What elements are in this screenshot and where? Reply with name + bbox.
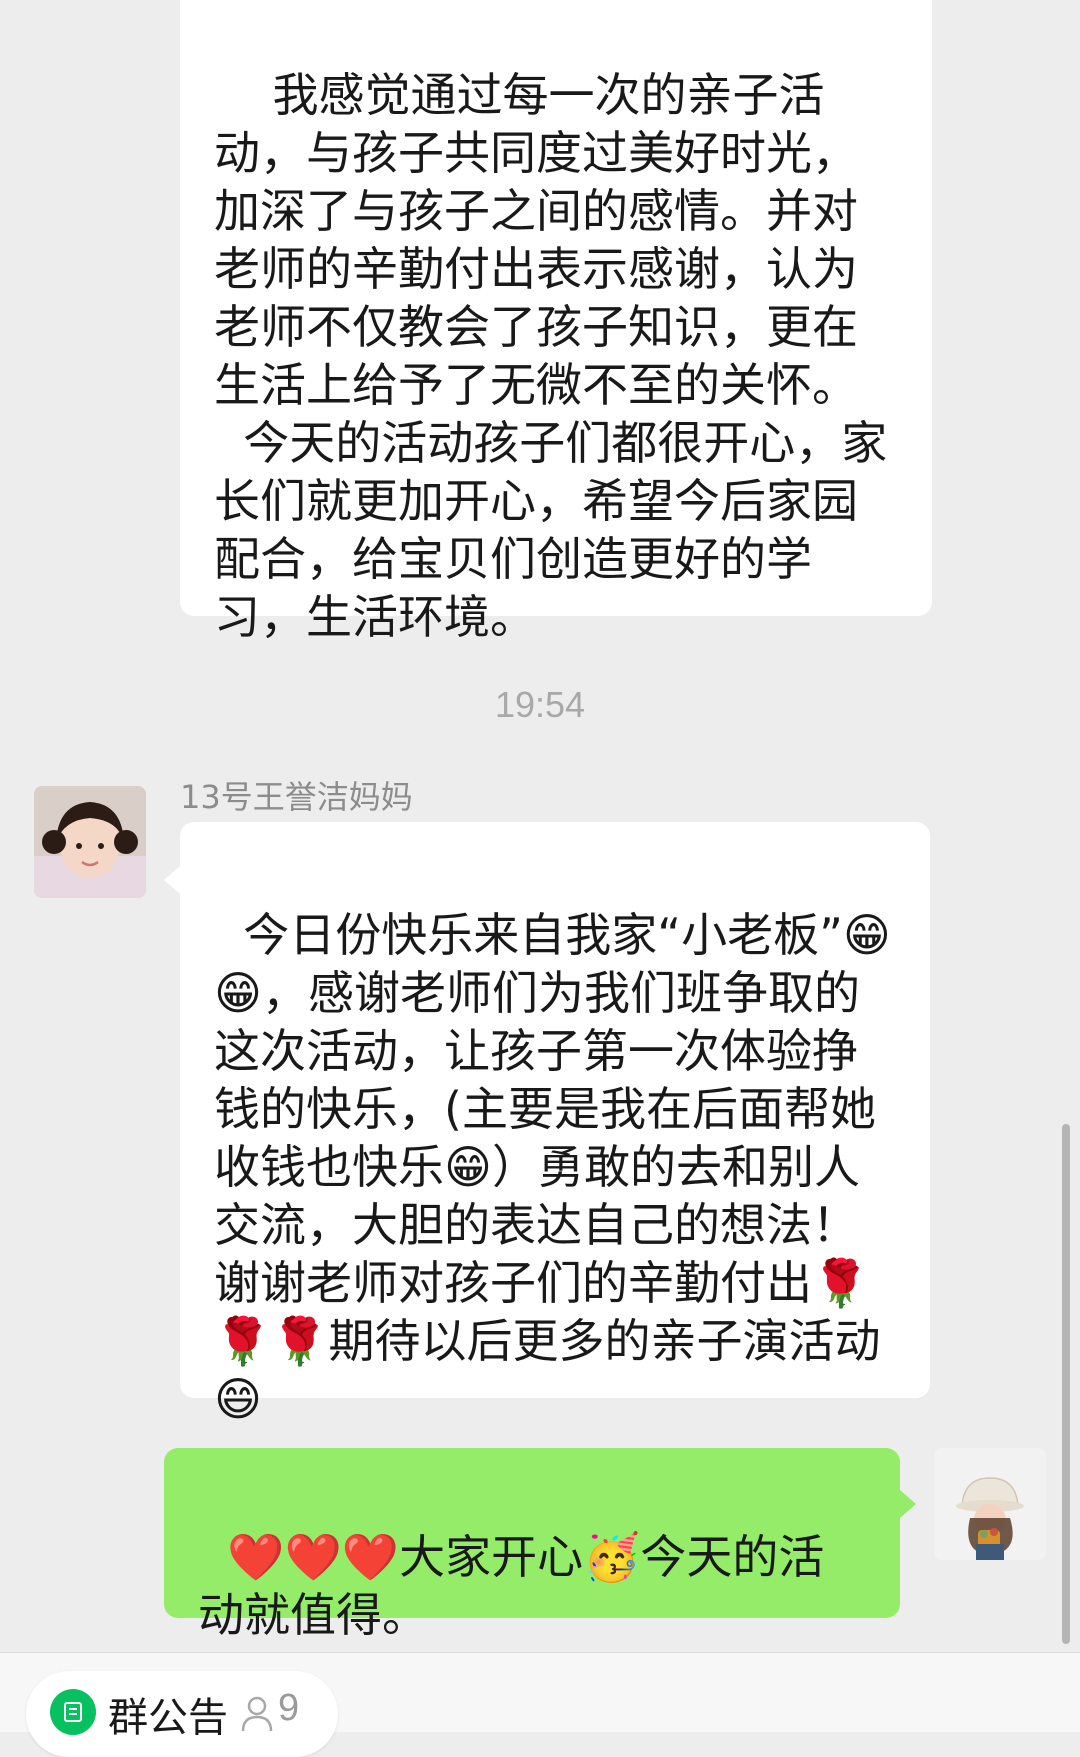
group-notice-button[interactable]: 群公告 9	[26, 1671, 338, 1757]
sent-message-bubble[interactable]: ❤️❤️❤️大家开心🥳今天的活动就值得。	[164, 1448, 916, 1642]
hat-person-avatar-image	[934, 1448, 1046, 1560]
girl-avatar-image	[34, 786, 146, 898]
member-count: 9	[278, 1687, 300, 1729]
sender-avatar[interactable]	[34, 786, 146, 898]
bottom-bar: 群公告 9	[0, 1652, 1080, 1757]
previous-message-text: 我感觉通过每一次的亲子活动，与孩子共同度过美好时光，加深了与孩子之间的感情。并对…	[214, 68, 888, 644]
self-avatar[interactable]	[934, 1448, 1046, 1560]
sender-name: 13号王誉洁妈妈	[180, 778, 413, 816]
group-notice-label: 群公告	[108, 1695, 228, 1741]
scrollbar[interactable]	[1062, 1124, 1070, 1644]
message-timestamp: 19:54	[494, 684, 586, 725]
previous-message-bubble[interactable]: 我感觉通过每一次的亲子活动，与孩子共同度过美好时光，加深了与孩子之间的感情。并对…	[180, 0, 932, 644]
sent-message-text: ❤️❤️❤️大家开心🥳今天的活动就值得。	[198, 1530, 825, 1642]
received-message-text: 今日份快乐来自我家“小老板”😁😁，感谢老师们为我们班争取的这次活动，让孩子第一次…	[214, 908, 891, 1426]
received-message-bubble[interactable]: 今日份快乐来自我家“小老板”😁😁，感谢老师们为我们班争取的这次活动，让孩子第一次…	[164, 822, 930, 1426]
announcement-icon	[50, 1689, 96, 1735]
